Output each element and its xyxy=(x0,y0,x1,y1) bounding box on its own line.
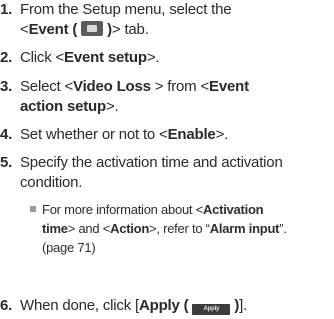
step-number: 5. xyxy=(0,154,13,171)
step-text: Set whether or not to <Enable>. xyxy=(20,126,229,143)
step-number: 6. xyxy=(0,297,13,314)
step-text: Specify the activation time and activati… xyxy=(20,154,283,191)
step-text: Click <Event setup>. xyxy=(20,49,160,66)
note-text: For more information about <Activation t… xyxy=(42,202,287,255)
step-number: 3. xyxy=(0,78,13,95)
step-number: 2. xyxy=(0,49,13,66)
apply-button-icon: Apply xyxy=(192,304,231,315)
step-number: 4. xyxy=(0,126,13,143)
step-text: From the Setup menu, select the <Event (… xyxy=(20,1,232,38)
step-text: When done, click [Apply ( Apply )]. xyxy=(20,297,248,315)
square-bullet-icon xyxy=(30,206,36,212)
event-camera-icon xyxy=(81,21,104,36)
step-text: Select <Video Loss > from <Event action … xyxy=(20,78,249,115)
step-number: 1. xyxy=(0,1,13,18)
